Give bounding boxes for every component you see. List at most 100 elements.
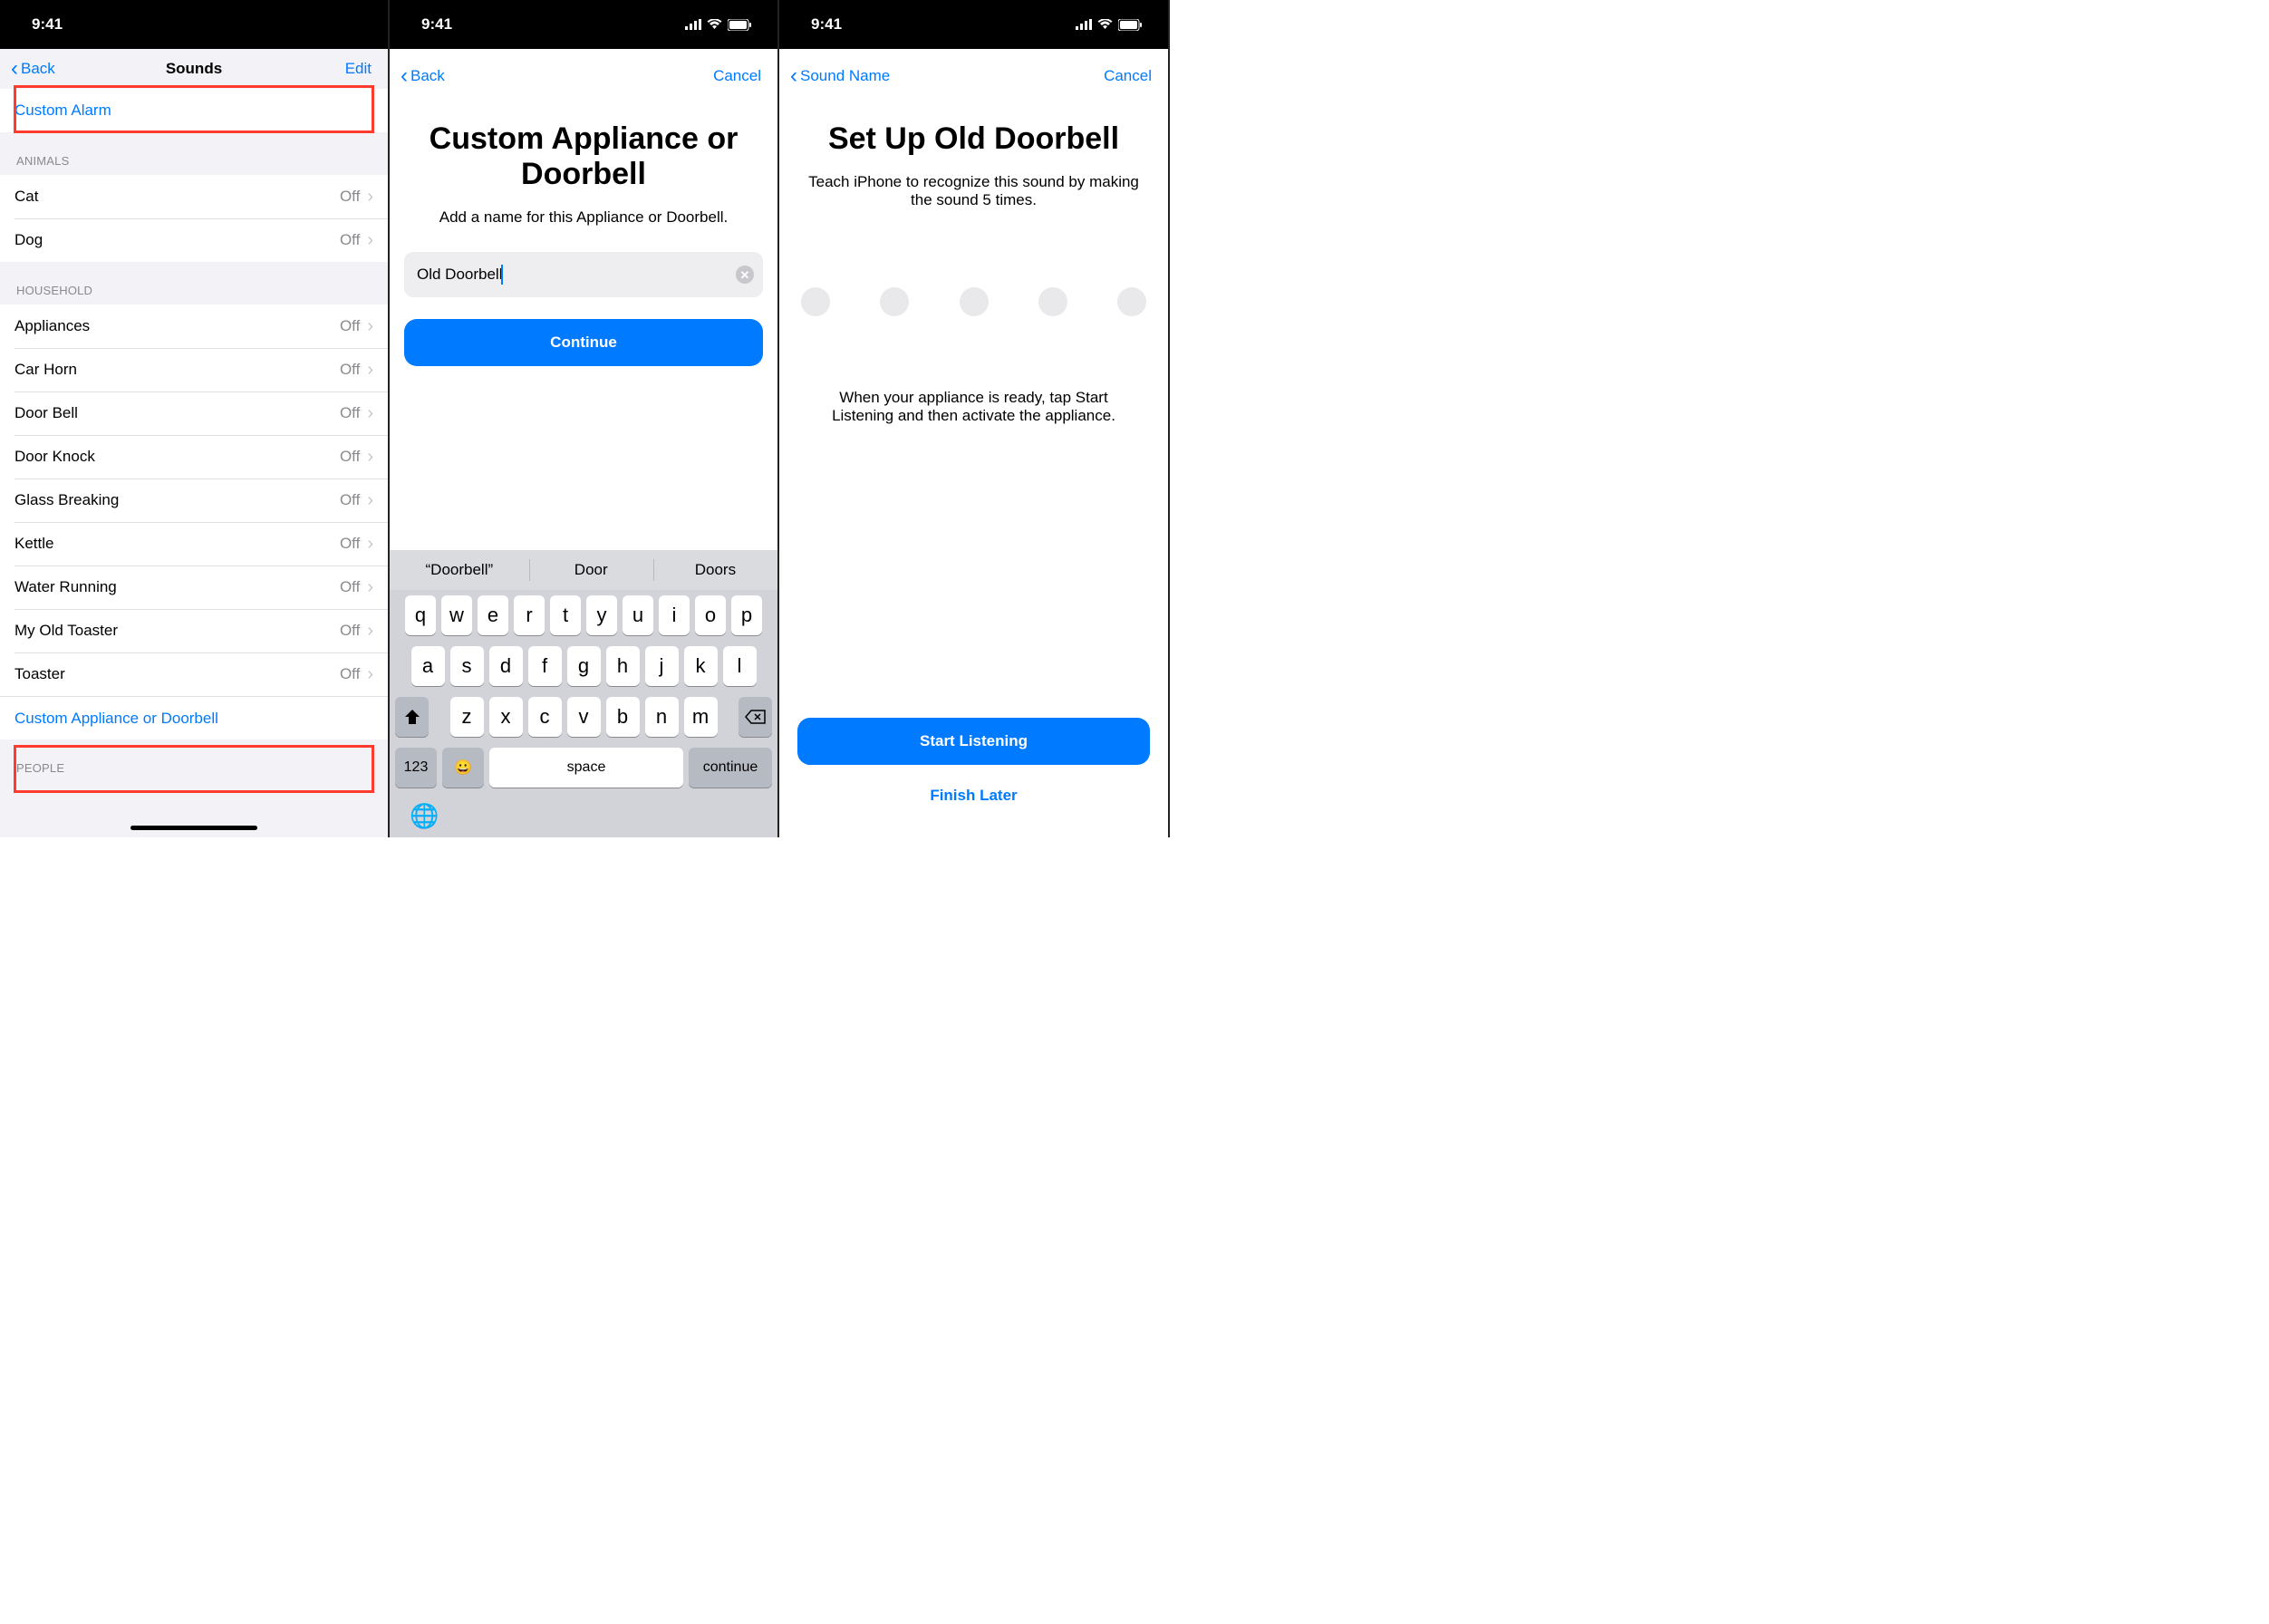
chevron-right-icon: › [367, 230, 373, 251]
custom-alarm-row[interactable]: Custom Alarm [0, 89, 388, 132]
back-button[interactable]: ‹Back [401, 65, 445, 87]
status-icons [685, 19, 752, 31]
row-label: Door Bell [14, 404, 78, 422]
back-button[interactable]: ‹Back [11, 58, 55, 80]
key-l[interactable]: l [723, 646, 757, 686]
emoji-key[interactable]: 😀 [442, 748, 484, 788]
row-value: Off [340, 491, 360, 509]
row-value: Off [340, 448, 360, 466]
clear-text-button[interactable]: ✕ [736, 266, 754, 284]
key-u[interactable]: u [623, 595, 653, 635]
key-h[interactable]: h [606, 646, 640, 686]
cancel-button[interactable]: Cancel [1104, 67, 1157, 85]
nav-title: Sounds [0, 60, 388, 78]
name-input[interactable]: Old Doorbell [404, 252, 763, 297]
globe-icon[interactable]: 🌐 [410, 802, 774, 830]
row-door-bell[interactable]: Door BellOff› [0, 392, 388, 435]
row-label: Car Horn [14, 361, 77, 379]
cell-signal-icon [685, 19, 701, 30]
numbers-key[interactable]: 123 [395, 748, 437, 788]
key-y[interactable]: y [586, 595, 617, 635]
status-time: 9:41 [811, 15, 842, 34]
name-input-value: Old Doorbell [417, 266, 503, 284]
key-x[interactable]: x [489, 697, 523, 737]
delete-key[interactable] [739, 697, 772, 737]
row-kettle[interactable]: Kettle Off › [0, 522, 388, 566]
row-value: Off [340, 317, 360, 335]
key-e[interactable]: e [478, 595, 508, 635]
row-water-running[interactable]: Water RunningOff› [0, 566, 388, 609]
row-appliances[interactable]: Appliances Off › [0, 304, 388, 348]
key-j[interactable]: j [645, 646, 679, 686]
row-value: Off [340, 231, 360, 249]
row-label: Glass Breaking [14, 491, 119, 509]
key-n[interactable]: n [645, 697, 679, 737]
wifi-icon [707, 19, 722, 30]
row-label: My Old Toaster [14, 622, 118, 640]
custom-appliance-row[interactable]: Custom Appliance or Doorbell [0, 696, 388, 740]
row-label: Water Running [14, 578, 117, 596]
start-listening-button[interactable]: Start Listening [797, 718, 1150, 765]
shift-key[interactable] [395, 697, 429, 737]
row-value: Off [340, 361, 360, 379]
key-c[interactable]: c [528, 697, 562, 737]
home-indicator[interactable] [130, 826, 257, 830]
chevron-right-icon: › [367, 664, 373, 685]
back-label: Back [21, 60, 55, 78]
suggestion-2[interactable]: Door [529, 550, 653, 590]
row-value: Off [340, 665, 360, 683]
keyboard-continue-key[interactable]: continue [689, 748, 772, 788]
finish-later-button[interactable]: Finish Later [797, 779, 1150, 812]
row-value: Off [340, 578, 360, 596]
row-glass-breaking[interactable]: Glass BreakingOff› [0, 478, 388, 522]
key-d[interactable]: d [489, 646, 523, 686]
row-value: Off [340, 535, 360, 553]
key-i[interactable]: i [659, 595, 690, 635]
key-q[interactable]: q [405, 595, 436, 635]
row-value: Off [340, 622, 360, 640]
battery-icon [338, 19, 362, 31]
key-m[interactable]: m [684, 697, 718, 737]
status-bar: 9:41 [390, 0, 777, 49]
screen-name-appliance: 9:41 ‹Back Cancel Custom Appliance or Do… [390, 0, 779, 837]
space-key[interactable]: space [489, 748, 683, 788]
continue-button[interactable]: Continue [404, 319, 763, 366]
chevron-right-icon: › [367, 534, 373, 555]
key-s[interactable]: s [450, 646, 484, 686]
edit-button[interactable]: Edit [345, 60, 377, 78]
row-cat[interactable]: CatOff› [0, 175, 388, 218]
key-w[interactable]: w [441, 595, 472, 635]
suggestion-3[interactable]: Doors [653, 550, 777, 590]
modal-sheet: ‹Back Cancel Custom Appliance or Doorbel… [390, 51, 777, 837]
row-label: Door Knock [14, 448, 95, 466]
household-header: HOUSEHOLD [0, 262, 388, 304]
key-g[interactable]: g [567, 646, 601, 686]
key-t[interactable]: t [550, 595, 581, 635]
page-subtitle: Add a name for this Appliance or Doorbel… [419, 208, 748, 227]
key-r[interactable]: r [514, 595, 545, 635]
key-k[interactable]: k [684, 646, 718, 686]
status-bar: 9:41 [779, 0, 1168, 49]
key-a[interactable]: a [411, 646, 445, 686]
back-button[interactable]: ‹Sound Name [790, 65, 890, 87]
row-toaster[interactable]: ToasterOff› [0, 652, 388, 696]
row-my-old-toaster[interactable]: My Old ToasterOff› [0, 609, 388, 652]
suggestion-1[interactable]: “Doorbell” [390, 550, 529, 590]
key-b[interactable]: b [606, 697, 640, 737]
key-z[interactable]: z [450, 697, 484, 737]
row-label: Appliances [14, 317, 90, 335]
key-o[interactable]: o [695, 595, 726, 635]
key-f[interactable]: f [528, 646, 562, 686]
key-v[interactable]: v [567, 697, 601, 737]
key-p[interactable]: p [731, 595, 762, 635]
row-door-knock[interactable]: Door KnockOff› [0, 435, 388, 478]
chevron-right-icon: › [367, 316, 373, 337]
cancel-button[interactable]: Cancel [713, 67, 767, 85]
row-label: Kettle [14, 535, 53, 553]
wifi-icon [1097, 19, 1113, 30]
modal-nav: ‹Sound Name Cancel [779, 56, 1168, 96]
row-car-horn[interactable]: Car HornOff› [0, 348, 388, 392]
row-dog[interactable]: DogOff› [0, 218, 388, 262]
back-label: Back [410, 67, 445, 85]
list-container: Custom Alarm ANIMALS CatOff›DogOff› HOUS… [0, 89, 388, 837]
